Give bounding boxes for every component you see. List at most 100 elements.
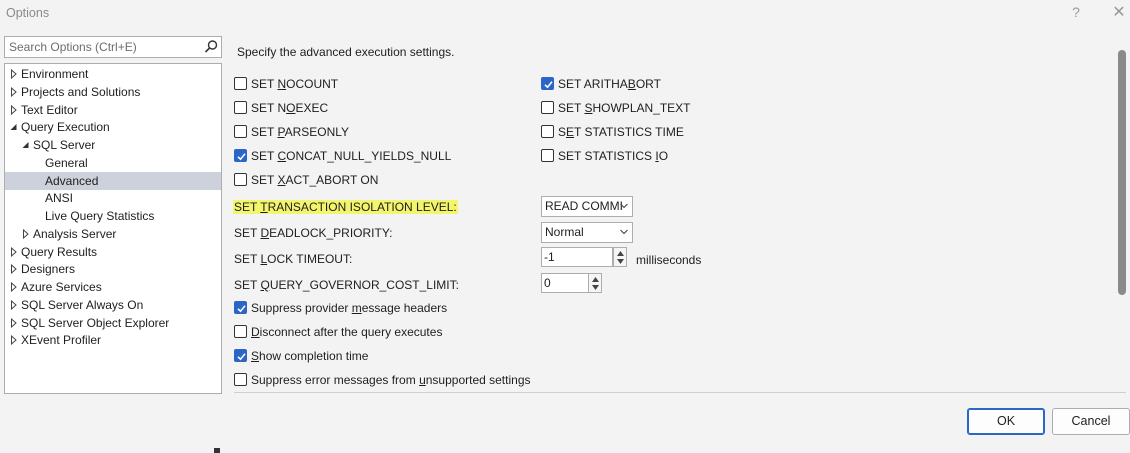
- tree-item-sql-server-object-explorer[interactable]: SQL Server Object Explorer: [5, 314, 221, 332]
- checkbox-label: Show completion time: [251, 349, 369, 363]
- tree-item-label: Advanced: [45, 173, 99, 188]
- isolation-level-value: READ COMMI: [545, 199, 623, 213]
- expand-arrow-icon[interactable]: [9, 331, 19, 349]
- checkbox-label: Disconnect after the query executes: [251, 325, 443, 339]
- expand-arrow-icon[interactable]: [9, 296, 19, 314]
- search-box: [4, 36, 222, 58]
- deadlock-priority-value: Normal: [545, 225, 584, 239]
- checkbox-label: SET XACT_ABORT ON: [251, 173, 379, 187]
- lock-timeout-input[interactable]: -1: [541, 247, 613, 267]
- vertical-scrollbar[interactable]: [1118, 50, 1126, 295]
- chevron-down-icon: [620, 203, 628, 209]
- checkbox-label: SET CONCAT_NULL_YIELDS_NULL: [251, 149, 452, 163]
- tree-item-live-query-statistics[interactable]: Live Query Statistics: [5, 207, 221, 225]
- checkbox[interactable]: [234, 325, 247, 338]
- arrow-down-icon[interactable]: [592, 285, 599, 290]
- expand-arrow-icon[interactable]: [9, 65, 19, 83]
- expand-arrow-icon[interactable]: [9, 260, 19, 278]
- tree-item-analysis-server[interactable]: Analysis Server: [5, 225, 221, 243]
- tree-item-label: XEvent Profiler: [21, 333, 102, 348]
- chevron-down-icon: [620, 229, 628, 235]
- tree-item-azure-services[interactable]: Azure Services: [5, 278, 221, 296]
- tree-item-label: Query Execution: [21, 120, 110, 135]
- governor-cost-limit-label: SET QUERY_GOVERNOR_COST_LIMIT:: [234, 278, 459, 292]
- tree-item-advanced[interactable]: Advanced: [5, 171, 221, 190]
- checkbox[interactable]: [541, 125, 554, 138]
- arrow-up-icon[interactable]: [617, 251, 624, 256]
- checkbox[interactable]: [541, 149, 554, 162]
- checkbox[interactable]: [234, 173, 247, 186]
- arrow-down-icon[interactable]: [617, 259, 624, 264]
- tree-item-text-editor[interactable]: Text Editor: [5, 101, 221, 119]
- tree-item-label: Designers: [21, 262, 76, 277]
- tree-item-query-results[interactable]: Query Results: [5, 243, 221, 261]
- search-icon[interactable]: [203, 39, 219, 55]
- tree-item-designers[interactable]: Designers: [5, 260, 221, 278]
- governor-cost-limit-input[interactable]: 0: [541, 273, 589, 293]
- search-input[interactable]: [5, 37, 195, 57]
- arrow-up-icon[interactable]: [592, 277, 599, 282]
- tree-item-label: Analysis Server: [33, 226, 117, 241]
- checkbox[interactable]: [234, 301, 247, 314]
- tree-item-environment[interactable]: Environment: [5, 65, 221, 83]
- tree-item-label: Query Results: [21, 244, 98, 259]
- checkbox[interactable]: [234, 373, 247, 386]
- expand-arrow-icon[interactable]: [21, 225, 31, 243]
- window-title: Options: [6, 6, 50, 20]
- lock-timeout-label: SET LOCK TIMEOUT:: [234, 252, 353, 266]
- tree-item-projects-and-solutions[interactable]: Projects and Solutions: [5, 83, 221, 101]
- background-fragment: [214, 448, 220, 453]
- tree-item-sql-server[interactable]: SQL Server: [5, 136, 221, 154]
- milliseconds-label: milliseconds: [636, 253, 702, 267]
- checkbox[interactable]: [541, 77, 554, 90]
- checkbox-label: SET NOEXEC: [251, 101, 329, 115]
- tree-item-label: SQL Server Always On: [21, 297, 144, 312]
- isolation-level-dropdown[interactable]: READ COMMI: [541, 196, 633, 217]
- tree-item-label: SQL Server Object Explorer: [21, 315, 170, 330]
- checkbox-label: Suppress provider message headers: [251, 301, 448, 315]
- governor-cost-limit-stepper[interactable]: [588, 273, 602, 293]
- tree-item-sql-server-always-on[interactable]: SQL Server Always On: [5, 296, 221, 314]
- checkbox[interactable]: [234, 349, 247, 362]
- expand-arrow-icon[interactable]: [9, 83, 19, 101]
- tree-item-label: General: [45, 155, 88, 170]
- expand-arrow-icon[interactable]: [9, 278, 19, 296]
- tree-item-label: Environment: [21, 67, 89, 81]
- tree-item-ansi[interactable]: ANSI: [5, 189, 221, 207]
- collapse-arrow-icon[interactable]: [9, 118, 19, 136]
- tree-item-query-execution[interactable]: Query Execution: [5, 118, 221, 136]
- expand-arrow-icon[interactable]: [9, 314, 19, 332]
- deadlock-priority-label: SET DEADLOCK_PRIORITY:: [234, 226, 393, 240]
- collapse-arrow-icon[interactable]: [21, 136, 31, 154]
- tree-item-label: Azure Services: [21, 280, 102, 294]
- tree-item-general[interactable]: General: [5, 154, 221, 172]
- divider: [234, 392, 1126, 393]
- ok-button[interactable]: OK: [967, 408, 1045, 435]
- page-description: Specify the advanced execution settings.: [237, 45, 455, 59]
- checkbox[interactable]: [234, 101, 247, 114]
- expand-arrow-icon[interactable]: [9, 243, 19, 261]
- isolation-level-label: SET TRANSACTION ISOLATION LEVEL:: [233, 200, 458, 214]
- tree-item-label: ANSI: [45, 191, 74, 206]
- checkbox[interactable]: [234, 149, 247, 162]
- checkbox-label: SET ARITHABORT: [558, 77, 661, 91]
- help-button[interactable]: ?: [1067, 4, 1085, 20]
- deadlock-priority-dropdown[interactable]: Normal: [541, 222, 633, 243]
- checkbox-label: Suppress error messages from unsupported…: [251, 373, 531, 387]
- checkbox[interactable]: [234, 77, 247, 90]
- checkbox[interactable]: [234, 125, 247, 138]
- checkbox[interactable]: [541, 101, 554, 114]
- tree-item-xevent-profiler[interactable]: XEvent Profiler: [5, 331, 221, 349]
- checkbox-label: SET PARSEONLY: [251, 125, 350, 139]
- tree-item-label: Text Editor: [21, 102, 78, 117]
- tree-item-label: Projects and Solutions: [21, 84, 141, 99]
- checkbox-label: SET SHOWPLAN_TEXT: [558, 101, 691, 115]
- close-button[interactable]: ✕: [1110, 2, 1128, 22]
- expand-arrow-icon[interactable]: [9, 101, 19, 119]
- options-tree: Environment Projects and Solutions Text Ed…: [4, 63, 222, 394]
- checkbox-label: SET STATISTICS IO: [558, 149, 669, 163]
- lock-timeout-stepper[interactable]: [613, 247, 627, 267]
- cancel-button[interactable]: Cancel: [1052, 408, 1130, 435]
- checkbox-label: SET NOCOUNT: [251, 77, 339, 91]
- tree-item-label: Live Query Statistics: [45, 209, 155, 223]
